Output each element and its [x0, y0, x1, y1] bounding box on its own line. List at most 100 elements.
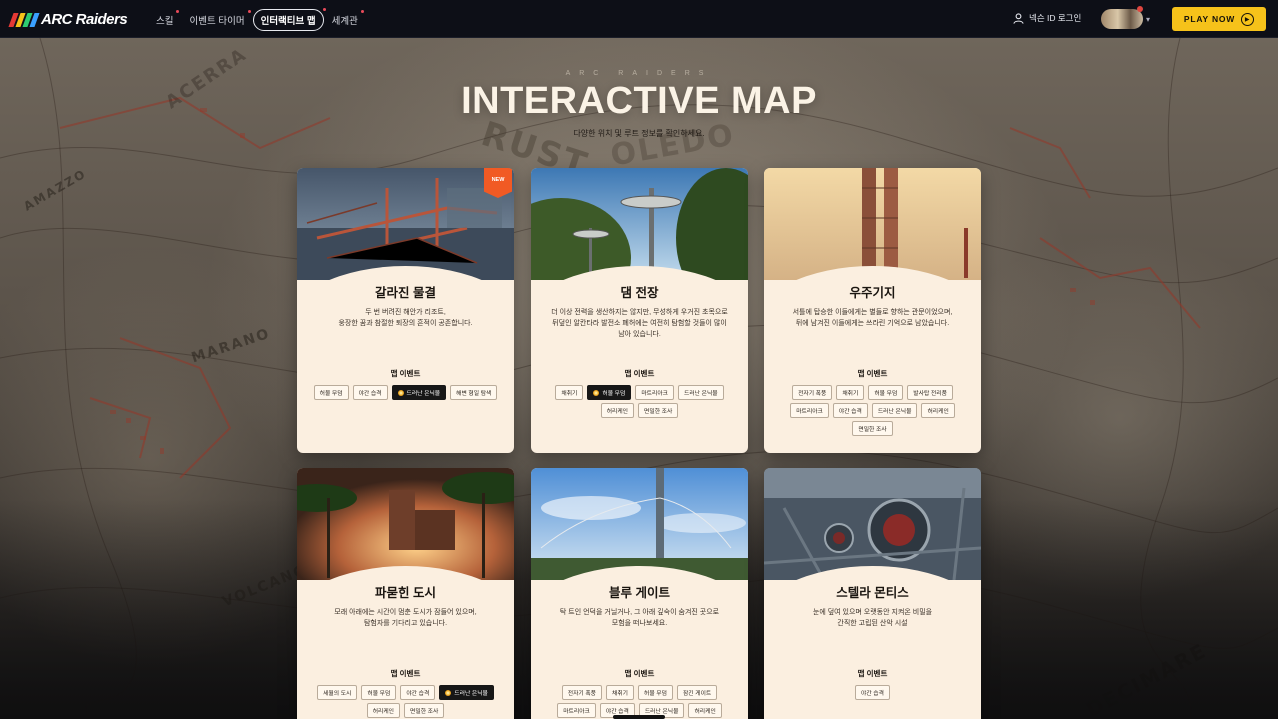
login-button[interactable]: 넥슨 ID 로그인	[1013, 12, 1081, 24]
play-now-label: PLAY NOW	[1183, 14, 1236, 24]
map-event-tag[interactable]: 허리케인	[921, 403, 955, 418]
map-event-tag[interactable]: 잠긴 게이트	[676, 685, 718, 700]
map-event-tag[interactable]: 마트리아크	[557, 703, 596, 718]
map-card-image	[764, 468, 981, 580]
active-event-icon	[397, 389, 404, 396]
logo-text: ARC Raiders	[41, 11, 128, 28]
menu-item-skills[interactable]: 스킬	[148, 9, 181, 31]
description-line: 두 번 버려진 해안가 리조트,	[365, 309, 446, 316]
map-event-tag[interactable]: 전자기 폭풍	[561, 685, 603, 700]
notification-dot	[1137, 6, 1143, 12]
map-card-title: 갈라진 물결	[375, 286, 436, 300]
menu-item-label: 이벤트 타이머	[189, 16, 245, 27]
map-event-tag[interactable]: 드러난 은닉물	[391, 385, 447, 400]
map-event-tag[interactable]: 채취기	[836, 385, 865, 400]
map-event-tag[interactable]: 드러난 은닉물	[678, 385, 724, 400]
map-event-tag[interactable]: 야간 습격	[855, 685, 890, 700]
map-event-tag-label: 면밀한 조사	[644, 409, 673, 415]
description-line: 모험을 떠나보세요.	[611, 620, 668, 627]
map-event-tag-label: 허리케인	[694, 709, 716, 715]
map-card-title: 우주기지	[849, 286, 896, 300]
map-event-tag[interactable]: 채취기	[555, 385, 584, 400]
map-event-tag[interactable]: 마트리아크	[790, 403, 829, 418]
map-card[interactable]: 댐 전장 더 이상 전력을 생산하지는 않지만, 무성하게 우거진 초목으로 뒤덮인…	[531, 168, 748, 453]
map-card[interactable]: 파묻힌 도시모래 아래에는 시간이 멈춘 도시가 잠들어 있으며, 탐험자를 기다…	[297, 468, 514, 719]
main-menu: 스킬 이벤트 타이머 인터랙티브 맵 세계관	[148, 8, 366, 31]
map-card-body: 파묻힌 도시모래 아래에는 시간이 멈춘 도시가 잠들어 있으며, 탐험자를 기다…	[297, 582, 514, 718]
map-event-tag-label: 전자기 폭풍	[567, 691, 597, 697]
map-event-tag-label: 야간 습격	[861, 691, 884, 697]
map-card-image	[297, 468, 514, 580]
description-line: 더 이상 전력을 생산하지는 않지만, 무성하게 우거진 초목으로	[551, 309, 728, 316]
map-event-tag[interactable]: 허물 무덤	[638, 685, 673, 700]
map-event-tag[interactable]: 드러난 은닉물	[439, 685, 494, 700]
map-event-tag-label: 허물 무덤	[367, 691, 391, 697]
map-event-tag[interactable]: 전자기 폭풍	[792, 385, 833, 400]
map-event-tag-label: 마트리아크	[563, 709, 590, 715]
avatar	[1101, 6, 1143, 29]
map-event-tag-label: 해변 형일 탐색	[456, 391, 492, 397]
map-event-tag-label: 드러난 은닉물	[454, 691, 488, 697]
map-event-tag-label: 야간 습격	[838, 409, 862, 415]
map-event-tag[interactable]: 허물 무덤	[361, 685, 397, 700]
play-now-button[interactable]: PLAY NOW ▶	[1172, 7, 1266, 31]
map-event-tag[interactable]: 해변 형일 탐색	[450, 385, 498, 400]
map-event-tag[interactable]: 세월의 도시	[317, 685, 358, 700]
map-event-tag[interactable]: 면밀한 조사	[638, 403, 679, 418]
active-event-icon	[593, 389, 600, 396]
map-card-image	[531, 168, 748, 280]
map-event-tags: 야간 습격	[772, 685, 973, 700]
map-event-tag[interactable]: 야간 습격	[352, 385, 388, 400]
description-line: 뒤에 남겨진 이들에게는 쓰라린 기억으로 남았습니다.	[795, 320, 950, 327]
map-event-tag[interactable]: 야간 습격	[832, 403, 868, 418]
notification-dot	[247, 10, 251, 13]
map-card-title: 블루 게이트	[609, 586, 670, 600]
map-events-heading: 맵 이벤트	[624, 369, 655, 378]
menu-item-event-timer[interactable]: 이벤트 타이머	[181, 9, 252, 31]
map-event-tag-label: 발사탑 전리품	[913, 391, 947, 397]
map-card[interactable]: 스텔라 몬티스 눈에 덮여 있으며 오랫동안 지켜온 비밀을 간직한 고립된 산악 …	[764, 468, 981, 719]
map-event-tag[interactable]: 허리케인	[366, 703, 401, 718]
map-event-tag-label: 드러난 은닉물	[406, 391, 441, 397]
map-card-description: 모래 아래에는 시간이 멈춘 도시가 잠들어 있으며, 탐험자를 기다리고 있습니…	[305, 607, 506, 640]
map-event-tag[interactable]: 야간 습격	[400, 685, 436, 700]
map-event-tag[interactable]: 허리케인	[600, 403, 635, 418]
active-event-icon	[445, 689, 452, 696]
map-event-tag[interactable]: 면밀한 조사	[404, 703, 445, 718]
menu-item-interactive-map[interactable]: 인터랙티브 맵	[252, 8, 326, 31]
description-line: 탁 트인 언덕을 거닐거나, 그 아래 깊숙이 숨겨진 곳으로	[559, 609, 720, 616]
map-event-tag-label: 허물 무덤	[602, 391, 626, 397]
menu-item-label: 인터랙티브 맵	[260, 16, 316, 27]
map-card-body: 블루 게이트탁 트인 언덕을 거닐거나, 그 아래 깊숙이 숨겨진 곳으로모험을…	[531, 582, 748, 718]
map-event-tag[interactable]: 발사탑 전리품	[907, 385, 953, 400]
map-event-tag-label: 세월의 도시	[323, 691, 352, 697]
map-card-description: 서틀에 탑승한 이들에게는 별들로 향하는 관문이었으며, 뒤에 남겨진 이들에게…	[772, 307, 973, 340]
description-line: 남아 있습니다.	[618, 331, 661, 338]
account-menu[interactable]: ▾	[1101, 6, 1150, 29]
menu-item-world[interactable]: 세계관	[324, 9, 366, 31]
map-event-tag[interactable]: 허리케인	[688, 703, 722, 718]
map-card-description: 더 이상 전력을 생산하지는 않지만, 무성하게 우거진 초목으로 뒤덮인 알칸타…	[539, 307, 740, 340]
map-event-tag-label: 허리케인	[927, 409, 949, 415]
map-card[interactable]: NEW 갈라진 물결 두 번 버려진 해안가 리조트, 웅장한 꿈과 참절한 퇴장의 …	[297, 168, 514, 453]
map-event-tags: 허물 무덤 야간 습격 드러난 은닉물 해변 형일 탐색	[305, 385, 506, 400]
map-card[interactable]: 우주기지서틀에 탑승한 이들에게는 별들로 향하는 관문이었으며, 뒤에 남겨진 …	[764, 168, 981, 453]
map-event-tag[interactable]: 허물 무덤	[313, 385, 349, 400]
arc-raiders-logo[interactable]: ARC Raiders	[8, 11, 128, 28]
map-card-title: 파묻힌 도시	[375, 586, 436, 600]
map-event-tag[interactable]: 드러난 은닉물	[871, 403, 918, 418]
description-line: 서틀에 탑승한 이들에게는 별들로 향하는 관문이었으며,	[792, 309, 953, 316]
map-event-tag-label: 허리케인	[372, 709, 395, 715]
map-event-tag-label: 허리케인	[606, 409, 629, 415]
login-label: 넥슨 ID 로그인	[1029, 13, 1082, 23]
map-event-tag[interactable]: 허물 무덤	[868, 385, 904, 400]
map-event-tag-label: 면밀한 조사	[858, 427, 887, 433]
logo-mark-icon	[8, 12, 40, 27]
map-events-heading: 맵 이벤트	[390, 369, 421, 378]
map-event-tag[interactable]: 면밀한 조사	[852, 421, 893, 436]
notification-dot	[360, 10, 364, 13]
map-event-tag[interactable]: 허물 무덤	[587, 385, 632, 400]
map-card[interactable]: 블루 게이트탁 트인 언덕을 거닐거나, 그 아래 깊숙이 숨겨진 곳으로모험을…	[531, 468, 748, 719]
map-event-tag[interactable]: 채취기	[606, 685, 635, 700]
map-event-tag[interactable]: 마트리아크	[635, 385, 674, 400]
